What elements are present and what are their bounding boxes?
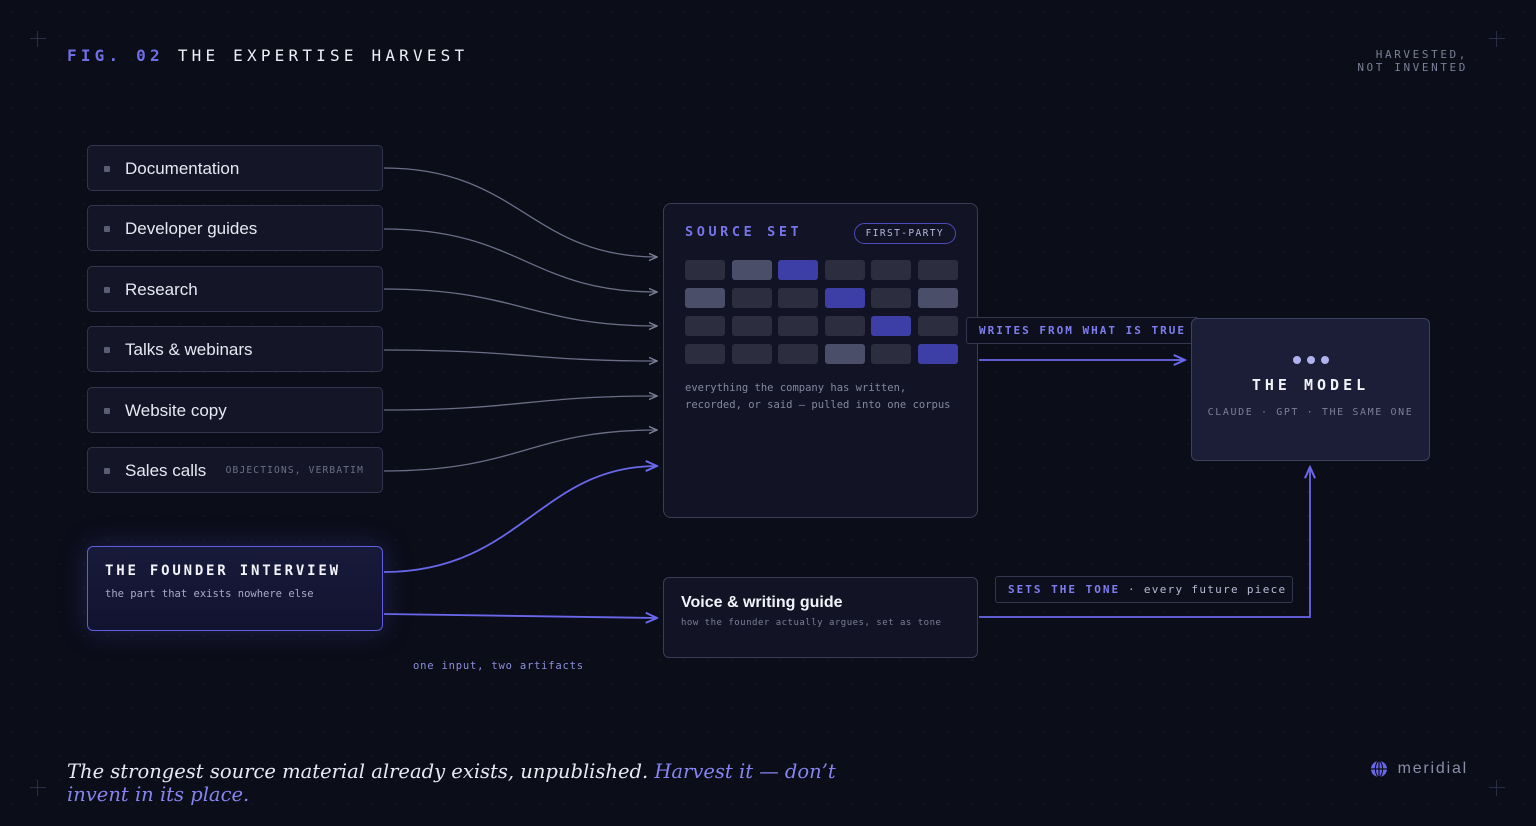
source-note: OBJECTIONS, VERBATIM	[225, 465, 364, 476]
tone-pill-emphasis: SETS THE TONE	[1008, 583, 1121, 596]
founder-title: THE FOUNDER INTERVIEW	[105, 563, 341, 579]
corpus-cell	[778, 288, 818, 308]
source-label: Talks & webinars	[125, 340, 253, 359]
sets-tone-pill: SETS THE TONE · every future piece	[995, 576, 1293, 603]
corpus-cell	[917, 260, 958, 280]
globe-icon	[1370, 760, 1387, 778]
writes-from-truth-pill: WRITES FROM WHAT IS TRUE	[966, 317, 1199, 344]
corpus-cell	[731, 288, 772, 308]
corpus-cell	[871, 288, 911, 308]
first-party-badge: FIRST-PARTY	[853, 223, 956, 244]
source-developer-guides: Developer guides	[87, 205, 383, 251]
bullet-icon	[104, 166, 110, 172]
founder-interview-card: THE FOUNDER INTERVIEW the part that exis…	[87, 546, 383, 631]
figure-title: THE EXPERTISE HARVEST	[177, 46, 469, 65]
bullet-icon	[104, 408, 110, 414]
model-subtitle: CLAUDE · GPT · THE SAME ONE	[1207, 407, 1414, 418]
source-set-card: SOURCE SET FIRST-PARTY everything the co…	[663, 203, 978, 518]
source-website-copy: Website copy	[87, 387, 383, 433]
source-sales-calls: Sales calls OBJECTIONS, VERBATIM	[87, 447, 383, 493]
figure-header: FIG. 02 THE EXPERTISE HARVEST	[67, 46, 468, 65]
model-dots-icon	[1192, 356, 1429, 364]
source-label: Website copy	[125, 401, 227, 420]
corpus-cell	[871, 260, 911, 280]
bullet-icon	[104, 347, 110, 353]
model-title: THE MODEL	[1251, 376, 1370, 394]
corpus-cell	[685, 316, 725, 336]
wire-website-copy	[383, 396, 657, 411]
corpus-cell	[778, 316, 818, 336]
voice-guide-title: Voice & writing guide	[681, 594, 843, 611]
figure-number: FIG. 02	[67, 46, 164, 65]
wire-developer-guides	[383, 228, 657, 292]
source-label: Documentation	[125, 159, 240, 178]
corpus-cell	[917, 316, 958, 336]
brand-mark: meridial	[1370, 760, 1468, 778]
source-set-title: SOURCE SET	[685, 224, 803, 240]
corpus-cell	[824, 260, 865, 280]
corpus-cell	[824, 316, 865, 336]
source-label: Research	[125, 280, 198, 299]
wire-talks	[383, 349, 657, 361]
corpus-cell	[685, 344, 725, 364]
model-card: THE MODEL CLAUDE · GPT · THE SAME ONE	[1191, 318, 1430, 461]
bullet-icon	[104, 287, 110, 293]
source-set-description: everything the company has written, reco…	[685, 382, 951, 411]
source-label: Sales calls	[125, 461, 207, 480]
wire-documentation	[383, 167, 657, 257]
voice-guide-card: Voice & writing guide how the founder ac…	[663, 577, 978, 658]
tone-pill-rest: · every future piece	[1120, 583, 1287, 596]
corpus-cell	[917, 288, 958, 308]
tagline: HARVESTED, NOT INVENTED	[1357, 48, 1468, 74]
source-label: Developer guides	[125, 219, 258, 238]
corpus-cell	[871, 344, 911, 364]
corpus-cell	[917, 344, 958, 364]
corpus-cell	[731, 260, 772, 280]
corpus-cell	[731, 316, 772, 336]
founder-subtitle: the part that exists nowhere else	[105, 588, 314, 600]
bullet-icon	[104, 226, 110, 232]
voice-guide-subtitle: how the founder actually argues, set as …	[681, 618, 942, 628]
writes-pill-label: WRITES FROM WHAT IS TRUE	[979, 324, 1186, 337]
tagline-line-1: HARVESTED,	[1375, 48, 1468, 61]
corpus-cell	[778, 260, 818, 280]
source-talks-webinars: Talks & webinars	[87, 326, 383, 372]
wire-research	[383, 288, 657, 326]
corpus-cell	[824, 288, 865, 308]
quote-plain: The strongest source material already ex…	[67, 760, 649, 783]
closing-quote: The strongest source material already ex…	[67, 760, 847, 806]
brand-name: meridial	[1397, 760, 1468, 777]
source-research: Research	[87, 266, 383, 312]
source-documentation: Documentation	[87, 145, 383, 191]
corpus-cell	[731, 344, 772, 364]
wire-sales-calls	[383, 430, 657, 472]
tagline-line-2: NOT INVENTED	[1357, 61, 1468, 74]
corpus-cell	[778, 344, 818, 364]
corpus-cell	[824, 344, 865, 364]
corpus-cell	[685, 260, 725, 280]
bullet-icon	[104, 468, 110, 474]
corpus-grid	[685, 260, 958, 364]
wire-founder-to-source-set	[383, 466, 657, 573]
founder-caption: one input, two artifacts	[413, 660, 584, 672]
corpus-cell	[685, 288, 725, 308]
wire-founder-to-voice	[383, 614, 657, 618]
corpus-cell	[871, 316, 911, 336]
